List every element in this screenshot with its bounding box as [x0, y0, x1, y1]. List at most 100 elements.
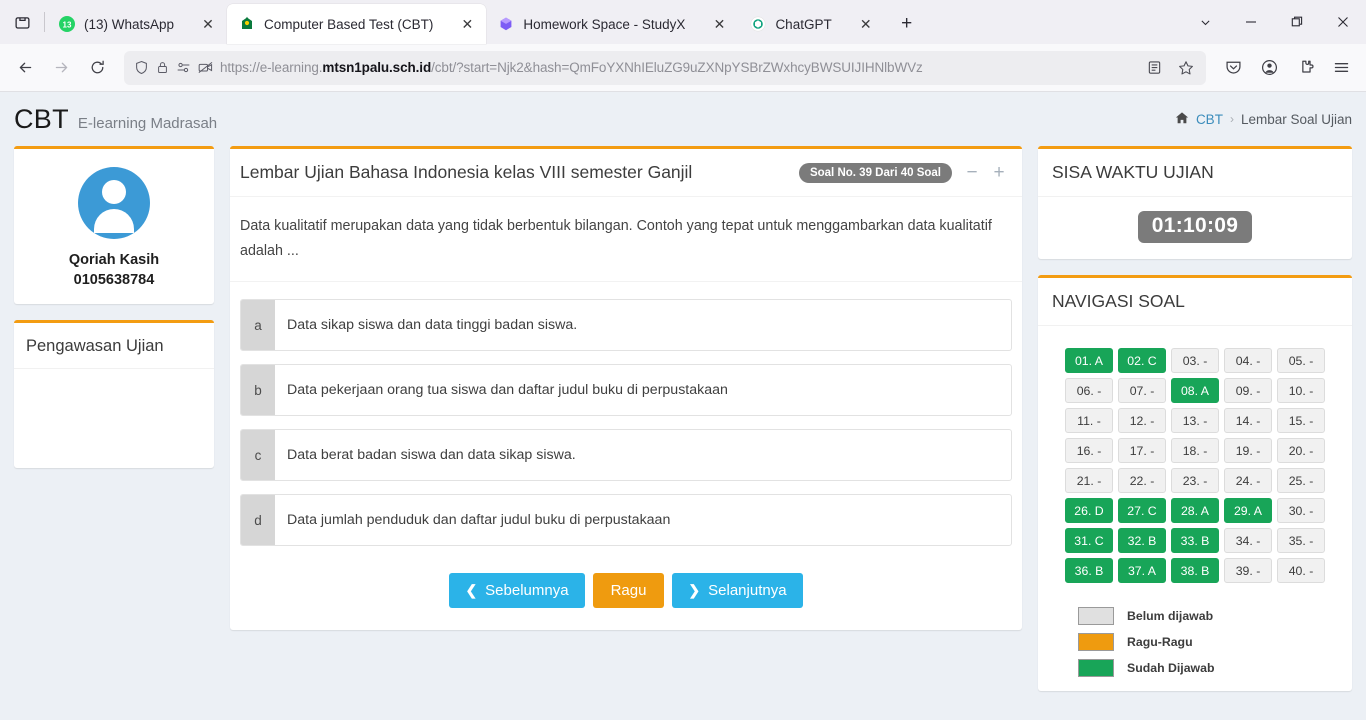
- nav-cell-24[interactable]: 24. -: [1224, 468, 1272, 493]
- legend-label: Ragu-Ragu: [1127, 635, 1193, 649]
- student-profile-card: Qoriah Kasih 0105638784: [14, 146, 214, 305]
- question-text: Data kualitatif merupakan data yang tida…: [230, 197, 1022, 283]
- option-text: Data sikap siswa dan data tinggi badan s…: [287, 316, 578, 333]
- site-brand[interactable]: CBT E-learning Madrasah: [14, 104, 217, 135]
- brand-subtitle: E-learning Madrasah: [77, 114, 218, 132]
- nav-cell-10[interactable]: 10. -: [1277, 378, 1325, 403]
- tab-list-icon[interactable]: [0, 0, 44, 44]
- app-menu-icon[interactable]: [1324, 51, 1358, 85]
- answer-option-a[interactable]: a Data sikap siswa dan data tinggi badan…: [240, 299, 1012, 352]
- left-sidebar: Qoriah Kasih 0105638784 Pengawasan Ujian: [14, 146, 214, 469]
- nav-cell-1[interactable]: 01. A: [1065, 348, 1113, 373]
- nav-cell-18[interactable]: 18. -: [1171, 438, 1219, 463]
- supervision-card: Pengawasan Ujian: [14, 320, 214, 469]
- nav-cell-25[interactable]: 25. -: [1277, 468, 1325, 493]
- zoom-out-button[interactable]: −: [965, 163, 979, 182]
- legend-row: Ragu-Ragu: [1078, 633, 1352, 651]
- close-icon[interactable]: ✕: [197, 13, 219, 35]
- nav-cell-32[interactable]: 32. B: [1118, 528, 1166, 553]
- window-controls: [1182, 0, 1366, 44]
- nav-cell-38[interactable]: 38. B: [1171, 558, 1219, 583]
- answer-option-b[interactable]: b Data pekerjaan orang tua siswa dan daf…: [240, 364, 1012, 417]
- nav-cell-21[interactable]: 21. -: [1065, 468, 1113, 493]
- answer-options-list: a Data sikap siswa dan data tinggi badan…: [230, 282, 1022, 565]
- nav-cell-33[interactable]: 33. B: [1171, 528, 1219, 553]
- nav-cell-3[interactable]: 03. -: [1171, 348, 1219, 373]
- nav-cell-4[interactable]: 04. -: [1224, 348, 1272, 373]
- nav-cell-8[interactable]: 08. A: [1171, 378, 1219, 403]
- next-question-button[interactable]: ❯ Selanjutnya: [672, 573, 803, 609]
- address-bar[interactable]: https://e-learning.mtsn1palu.sch.id/cbt/…: [124, 50, 1206, 85]
- nav-cell-12[interactable]: 12. -: [1118, 408, 1166, 433]
- reader-view-icon[interactable]: [1140, 54, 1168, 82]
- close-icon[interactable]: ✕: [855, 13, 877, 35]
- mark-doubt-button[interactable]: Ragu: [592, 573, 665, 609]
- new-tab-button[interactable]: +: [891, 8, 923, 40]
- nav-cell-31[interactable]: 31. C: [1065, 528, 1113, 553]
- nav-cell-9[interactable]: 09. -: [1224, 378, 1272, 403]
- browser-tab-studyx[interactable]: Homework Space - StudyX ✕: [486, 4, 738, 44]
- browser-tab-whatsapp[interactable]: 13 (13) WhatsApp ✕: [47, 4, 227, 44]
- nav-cell-2[interactable]: 02. C: [1118, 348, 1166, 373]
- extensions-puzzle-icon[interactable]: [1288, 51, 1322, 85]
- studyx-icon: [498, 16, 514, 32]
- browser-tab-chatgpt[interactable]: ChatGPT ✕: [738, 4, 884, 44]
- answer-option-d[interactable]: d Data jumlah penduduk dan daftar judul …: [240, 494, 1012, 547]
- option-letter: a: [241, 300, 275, 351]
- whatsapp-icon: 13: [59, 16, 75, 32]
- nav-cell-37[interactable]: 37. A: [1118, 558, 1166, 583]
- lock-icon[interactable]: [156, 61, 169, 74]
- nav-cell-17[interactable]: 17. -: [1118, 438, 1166, 463]
- answer-option-c[interactable]: c Data berat badan siswa dan data sikap …: [240, 429, 1012, 482]
- breadcrumb-home-link[interactable]: CBT: [1196, 112, 1223, 127]
- nav-cell-26[interactable]: 26. D: [1065, 498, 1113, 523]
- browser-tab-cbt[interactable]: Computer Based Test (CBT) ✕: [227, 4, 487, 44]
- pocket-save-icon[interactable]: [1216, 51, 1250, 85]
- reload-icon[interactable]: [80, 51, 114, 85]
- address-bar-actions: [1140, 54, 1200, 82]
- nav-cell-40[interactable]: 40. -: [1277, 558, 1325, 583]
- nav-cell-28[interactable]: 28. A: [1171, 498, 1219, 523]
- option-text: Data berat badan siswa dan data sikap si…: [287, 446, 576, 463]
- option-letter: b: [241, 365, 275, 416]
- close-icon[interactable]: ✕: [456, 13, 478, 35]
- nav-cell-22[interactable]: 22. -: [1118, 468, 1166, 493]
- nav-cell-6[interactable]: 06. -: [1065, 378, 1113, 403]
- nav-cell-19[interactable]: 19. -: [1224, 438, 1272, 463]
- zoom-in-button[interactable]: +: [992, 163, 1006, 182]
- bookmark-star-icon[interactable]: [1172, 54, 1200, 82]
- no-camera-icon[interactable]: [198, 61, 213, 74]
- forward-icon[interactable]: [44, 51, 78, 85]
- previous-question-button[interactable]: ❮ Sebelumnya: [449, 573, 585, 609]
- nav-cell-13[interactable]: 13. -: [1171, 408, 1219, 433]
- close-window-button[interactable]: [1320, 0, 1366, 44]
- nav-cell-29[interactable]: 29. A: [1224, 498, 1272, 523]
- nav-cell-34[interactable]: 34. -: [1224, 528, 1272, 553]
- nav-cell-20[interactable]: 20. -: [1277, 438, 1325, 463]
- home-icon[interactable]: [1175, 111, 1189, 128]
- page-viewport: CBT E-learning Madrasah CBT › Lembar Soa…: [0, 92, 1366, 720]
- account-icon[interactable]: [1252, 51, 1286, 85]
- nav-cell-35[interactable]: 35. -: [1277, 528, 1325, 553]
- nav-cell-39[interactable]: 39. -: [1224, 558, 1272, 583]
- maximize-button[interactable]: [1274, 0, 1320, 44]
- back-icon[interactable]: [8, 51, 42, 85]
- nav-cell-11[interactable]: 11. -: [1065, 408, 1113, 433]
- nav-cell-16[interactable]: 16. -: [1065, 438, 1113, 463]
- nav-cell-36[interactable]: 36. B: [1065, 558, 1113, 583]
- timer-body: 01:10:09: [1038, 197, 1352, 259]
- page-content: Qoriah Kasih 0105638784 Pengawasan Ujian…: [0, 146, 1366, 691]
- nav-cell-15[interactable]: 15. -: [1277, 408, 1325, 433]
- nav-cell-7[interactable]: 07. -: [1118, 378, 1166, 403]
- permissions-icon[interactable]: [176, 61, 191, 74]
- nav-cell-30[interactable]: 30. -: [1277, 498, 1325, 523]
- nav-cell-27[interactable]: 27. C: [1118, 498, 1166, 523]
- nav-cell-14[interactable]: 14. -: [1224, 408, 1272, 433]
- close-icon[interactable]: ✕: [708, 13, 730, 35]
- student-id: 0105638784: [73, 271, 155, 288]
- tab-overflow-chevron-down-icon[interactable]: [1182, 0, 1228, 44]
- nav-cell-23[interactable]: 23. -: [1171, 468, 1219, 493]
- minimize-button[interactable]: [1228, 0, 1274, 44]
- nav-cell-5[interactable]: 05. -: [1277, 348, 1325, 373]
- shield-icon[interactable]: [134, 60, 149, 75]
